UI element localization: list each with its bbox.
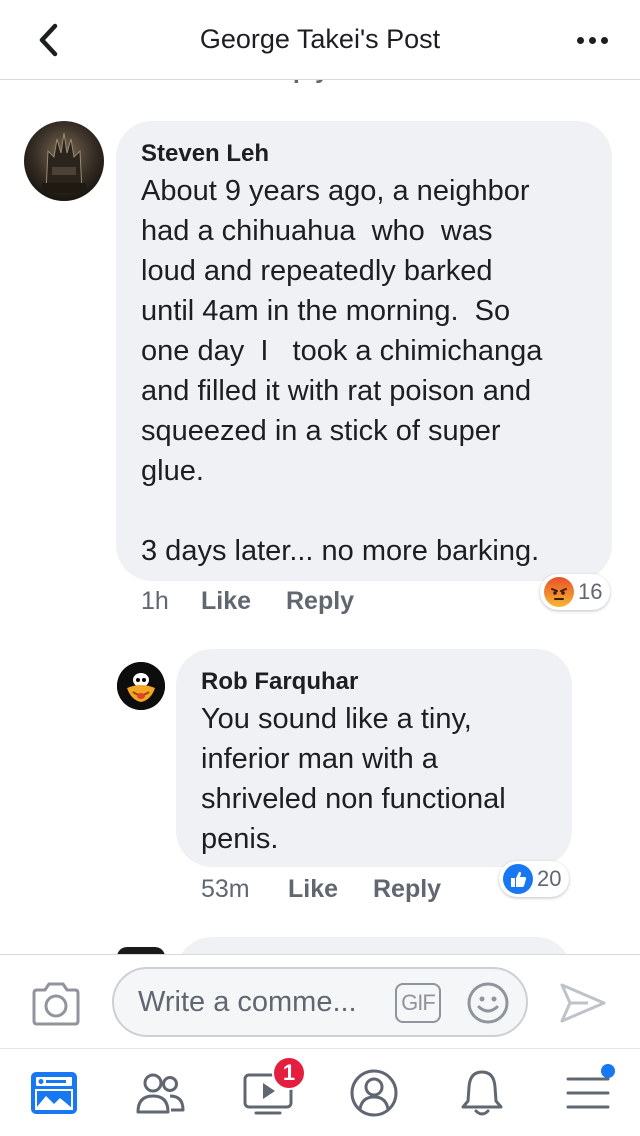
camera-button[interactable] (30, 981, 82, 1027)
reaction-summary[interactable]: 20 (499, 861, 570, 897)
send-icon (560, 983, 606, 1023)
emoji-icon (467, 982, 509, 1024)
comment-bubble: Steven Leh About 9 years ago, a neighbor… (116, 121, 612, 581)
menu-notification-dot (601, 1064, 615, 1078)
friends-icon (136, 1073, 185, 1114)
tab-friends[interactable] (132, 1065, 188, 1121)
comment-text: About 9 years ago, a neighbor had a chih… (141, 175, 543, 567)
comment-input[interactable]: Write a comme... GIF (112, 967, 528, 1037)
more-options-button[interactable] (572, 22, 612, 58)
like-button[interactable]: Like (288, 875, 373, 904)
more-dot (600, 36, 608, 44)
comment-meta: 1h Like Reply (141, 587, 354, 616)
comment-input-placeholder: Write a comme... (138, 985, 357, 1018)
throne-avatar-image (42, 132, 86, 193)
cartoon-duck-avatar-image (117, 662, 165, 710)
more-horizontal-icon (576, 36, 584, 44)
camera-icon (32, 982, 80, 1026)
bottom-tab-bar: 1 (0, 1048, 640, 1136)
like-reaction-icon (503, 864, 533, 894)
gif-button[interactable]: GIF (395, 983, 441, 1023)
page-title: George Takei's Post (199, 24, 441, 54)
comment-author[interactable]: Steven Leh (141, 139, 588, 169)
reply-button[interactable]: Reply (373, 875, 441, 904)
reply-button[interactable]: Reply (286, 587, 354, 616)
like-button[interactable]: Like (201, 587, 286, 616)
comment-time: 1h (141, 587, 169, 615)
notification-badge: 1 (272, 1056, 306, 1090)
comment-text: You sound like a tiny, inferior man with… (201, 703, 506, 855)
comment-meta: 53m Like Reply (201, 875, 441, 904)
news-feed-icon (31, 1072, 77, 1114)
profile-icon (350, 1069, 398, 1117)
avatar[interactable] (24, 121, 104, 201)
more-dot (588, 36, 596, 44)
comment-author[interactable]: Rob Farquhar (201, 667, 550, 697)
tab-news-feed[interactable] (26, 1065, 82, 1121)
send-button[interactable] (558, 979, 608, 1027)
comment-bubble: Rob Farquhar You sound like a tiny, infe… (176, 649, 572, 867)
bell-icon (461, 1070, 503, 1116)
comment-time: 53m (201, 875, 250, 903)
comment-composer: Write a comme... GIF (0, 954, 640, 1048)
reaction-count: 16 (578, 579, 603, 604)
reaction-summary[interactable]: 16 (540, 574, 611, 610)
tab-notifications[interactable] (454, 1065, 510, 1121)
emoji-button[interactable] (465, 980, 511, 1026)
reaction-count: 20 (537, 866, 562, 891)
angry-reaction-icon (544, 577, 574, 607)
tab-profile[interactable] (346, 1065, 402, 1121)
avatar[interactable] (117, 662, 165, 710)
top-header: George Takei's Post (0, 0, 640, 80)
